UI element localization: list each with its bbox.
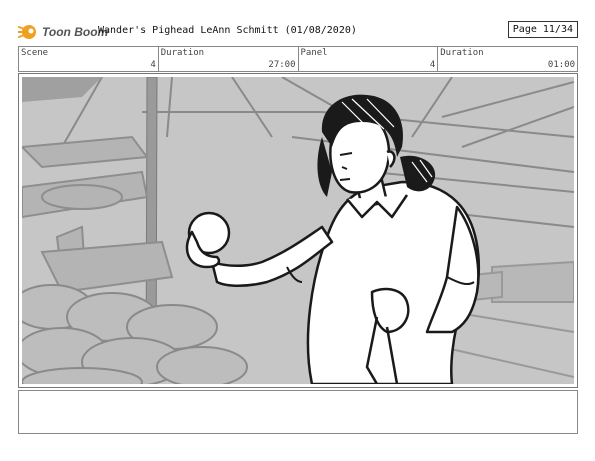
duration-value: 27:00 (268, 60, 296, 70)
panel-duration-value: 01:00 (547, 60, 575, 70)
scene-value: 4 (150, 60, 156, 70)
notes-box (18, 390, 578, 434)
panel-duration-cell: Duration 01:00 (438, 47, 577, 71)
scene-duration-cell: Duration 27:00 (159, 47, 299, 71)
panel-value: 4 (429, 60, 436, 70)
header: Toon Boom Wander's Pighead LeAnn Schmitt… (18, 20, 578, 42)
panel-label: Panel (300, 48, 328, 58)
page-number: Page 11/34 (507, 21, 578, 38)
storyboard-title: Wander's Pighead LeAnn Schmitt (01/08/20… (98, 25, 357, 36)
scene-label: Scene (21, 48, 49, 58)
toon-boom-logo: Toon Boom (18, 21, 108, 43)
info-bar: Scene 4 Duration 27:00 Panel 4 Duration … (18, 46, 578, 72)
scene-cell: Scene 4 (19, 47, 159, 71)
panel-duration-label: Duration (440, 48, 484, 58)
panel-cell: Panel 4 (299, 47, 439, 71)
panel-sketch-image (22, 77, 574, 384)
storyboard-panel (18, 73, 578, 388)
duration-label: Duration (160, 48, 205, 58)
toon-boom-logo-icon (18, 25, 36, 39)
